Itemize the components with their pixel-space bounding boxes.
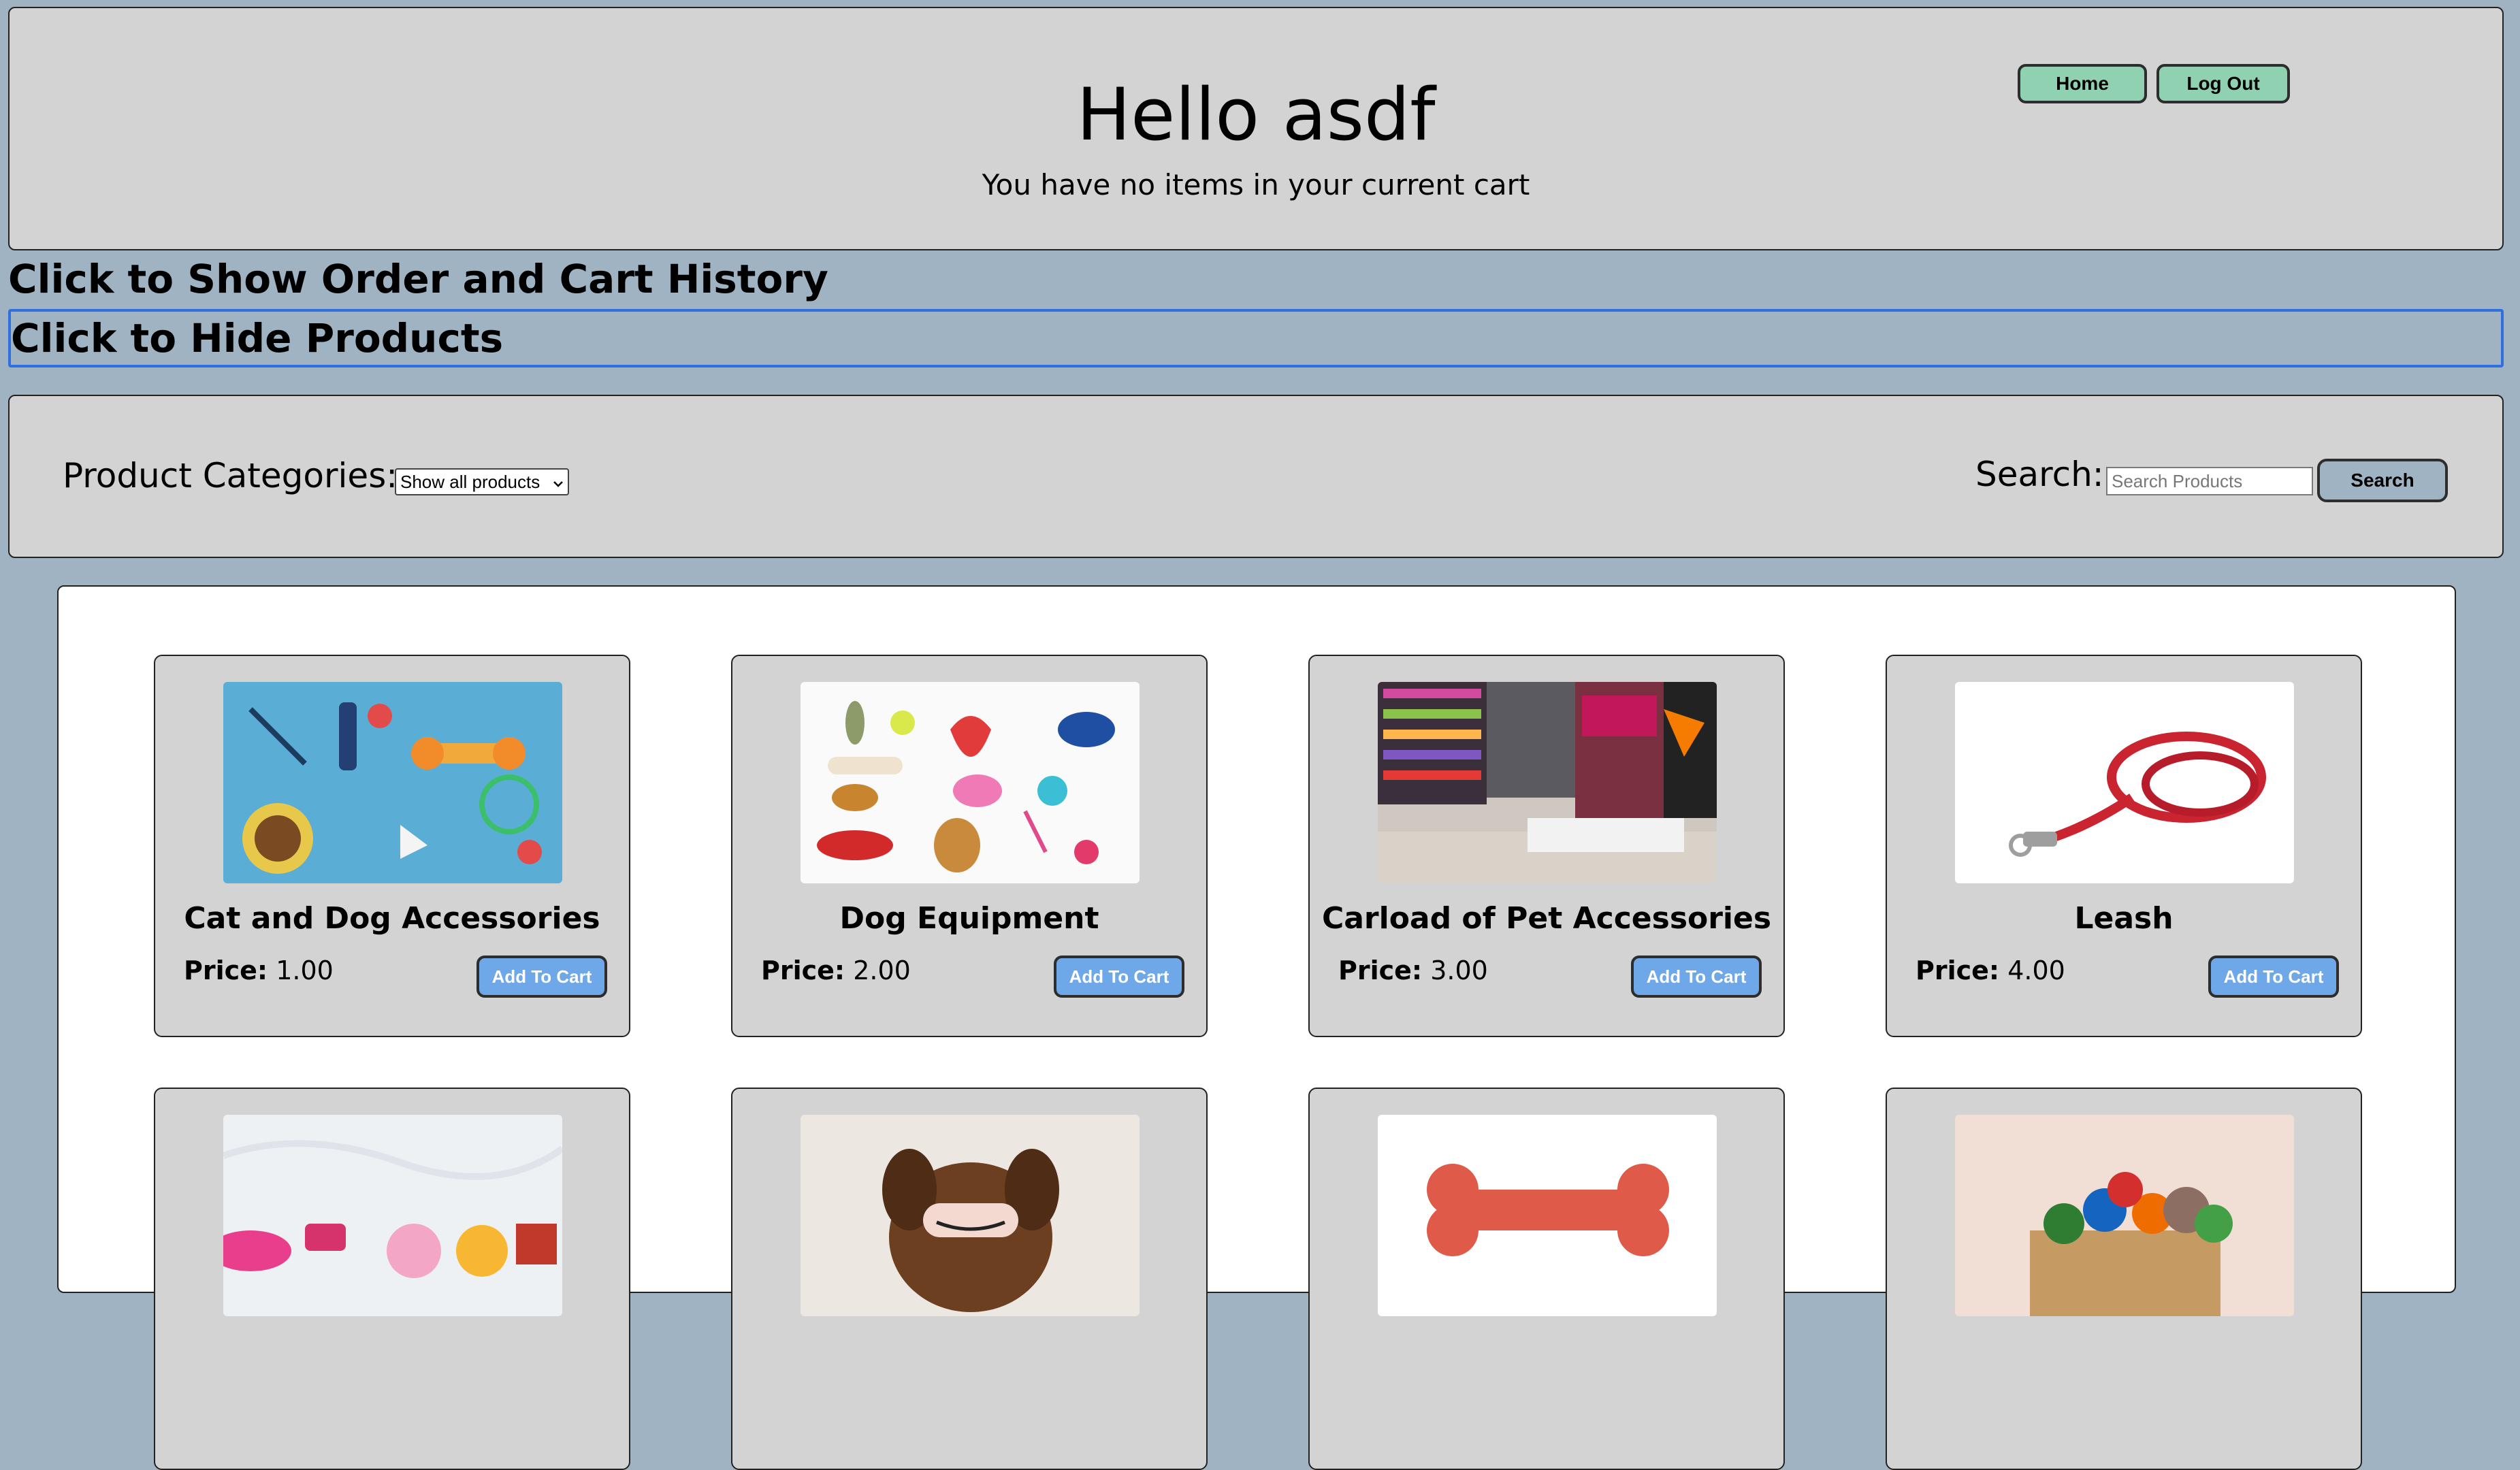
price-value: 1.00	[276, 956, 334, 985]
add-to-cart-button[interactable]: Add To Cart	[1631, 956, 1762, 998]
price-label: Price:	[1338, 956, 1423, 985]
sleeping-dog-image	[801, 1115, 1140, 1316]
category-select[interactable]: Show all products	[395, 468, 569, 495]
product-price: Price: 1.00	[184, 956, 334, 985]
search-label: Search:	[1975, 455, 2104, 494]
product-price: Price: 2.00	[761, 956, 911, 985]
dog-toys-white-image	[801, 682, 1140, 883]
cart-status-text: You have no items in your current cart	[982, 168, 1530, 201]
price-label: Price:	[184, 956, 268, 985]
product-card: Cat and Dog Accessories Price: 1.00 Add …	[154, 655, 630, 1037]
pet-accessories-blue-image	[223, 682, 562, 883]
user-header: Hello asdf You have no items in your cur…	[8, 7, 2504, 250]
pet-store-aisle-image	[1378, 682, 1717, 883]
home-button[interactable]: Home	[2018, 64, 2147, 103]
red-leash-image	[1955, 682, 2294, 883]
search-button[interactable]: Search	[2317, 459, 2448, 502]
price-value: 3.00	[1430, 956, 1488, 985]
price-value: 4.00	[2007, 956, 2065, 985]
products-panel: Cat and Dog Accessories Price: 1.00 Add …	[57, 585, 2456, 1470]
product-card	[1308, 1088, 1785, 1470]
product-name: Dog Equipment	[839, 901, 1099, 936]
add-to-cart-button[interactable]: Add To Cart	[1054, 956, 1184, 998]
product-card: Carload of Pet Accessories Price: 3.00 A…	[1308, 655, 1785, 1037]
product-name: Leash	[2074, 901, 2174, 936]
logout-button[interactable]: Log Out	[2156, 64, 2290, 103]
categories-label: Product Categories:	[63, 456, 398, 495]
pet-toys-marble-image	[223, 1115, 562, 1316]
add-to-cart-button[interactable]: Add To Cart	[476, 956, 607, 998]
add-to-cart-button[interactable]: Add To Cart	[2208, 956, 2339, 998]
product-card: Leash Price: 4.00 Add To Cart	[1886, 655, 2362, 1037]
product-card	[731, 1088, 1208, 1470]
toggle-history-button[interactable]: Click to Show Order and Cart History	[8, 256, 828, 302]
filter-bar: Product Categories: Show all products Se…	[8, 395, 2504, 558]
product-name: Cat and Dog Accessories	[184, 901, 600, 936]
product-name: Carload of Pet Accessories	[1321, 901, 1772, 936]
orange-bone-image	[1378, 1115, 1717, 1316]
price-label: Price:	[1916, 956, 2000, 985]
category-selected-value: Show all products	[400, 471, 540, 492]
product-price: Price: 3.00	[1338, 956, 1488, 985]
price-label: Price:	[761, 956, 845, 985]
product-card	[1886, 1088, 2362, 1470]
product-price: Price: 4.00	[1916, 956, 2065, 985]
toy-box-image	[1955, 1115, 2294, 1316]
product-card: Dog Equipment Price: 2.00 Add To Cart	[731, 655, 1208, 1037]
chevron-down-icon	[553, 472, 564, 493]
toggle-products-button[interactable]: Click to Hide Products	[8, 309, 2504, 368]
search-input[interactable]: Search Products	[2106, 467, 2313, 495]
product-card	[154, 1088, 630, 1470]
price-value: 2.00	[853, 956, 911, 985]
